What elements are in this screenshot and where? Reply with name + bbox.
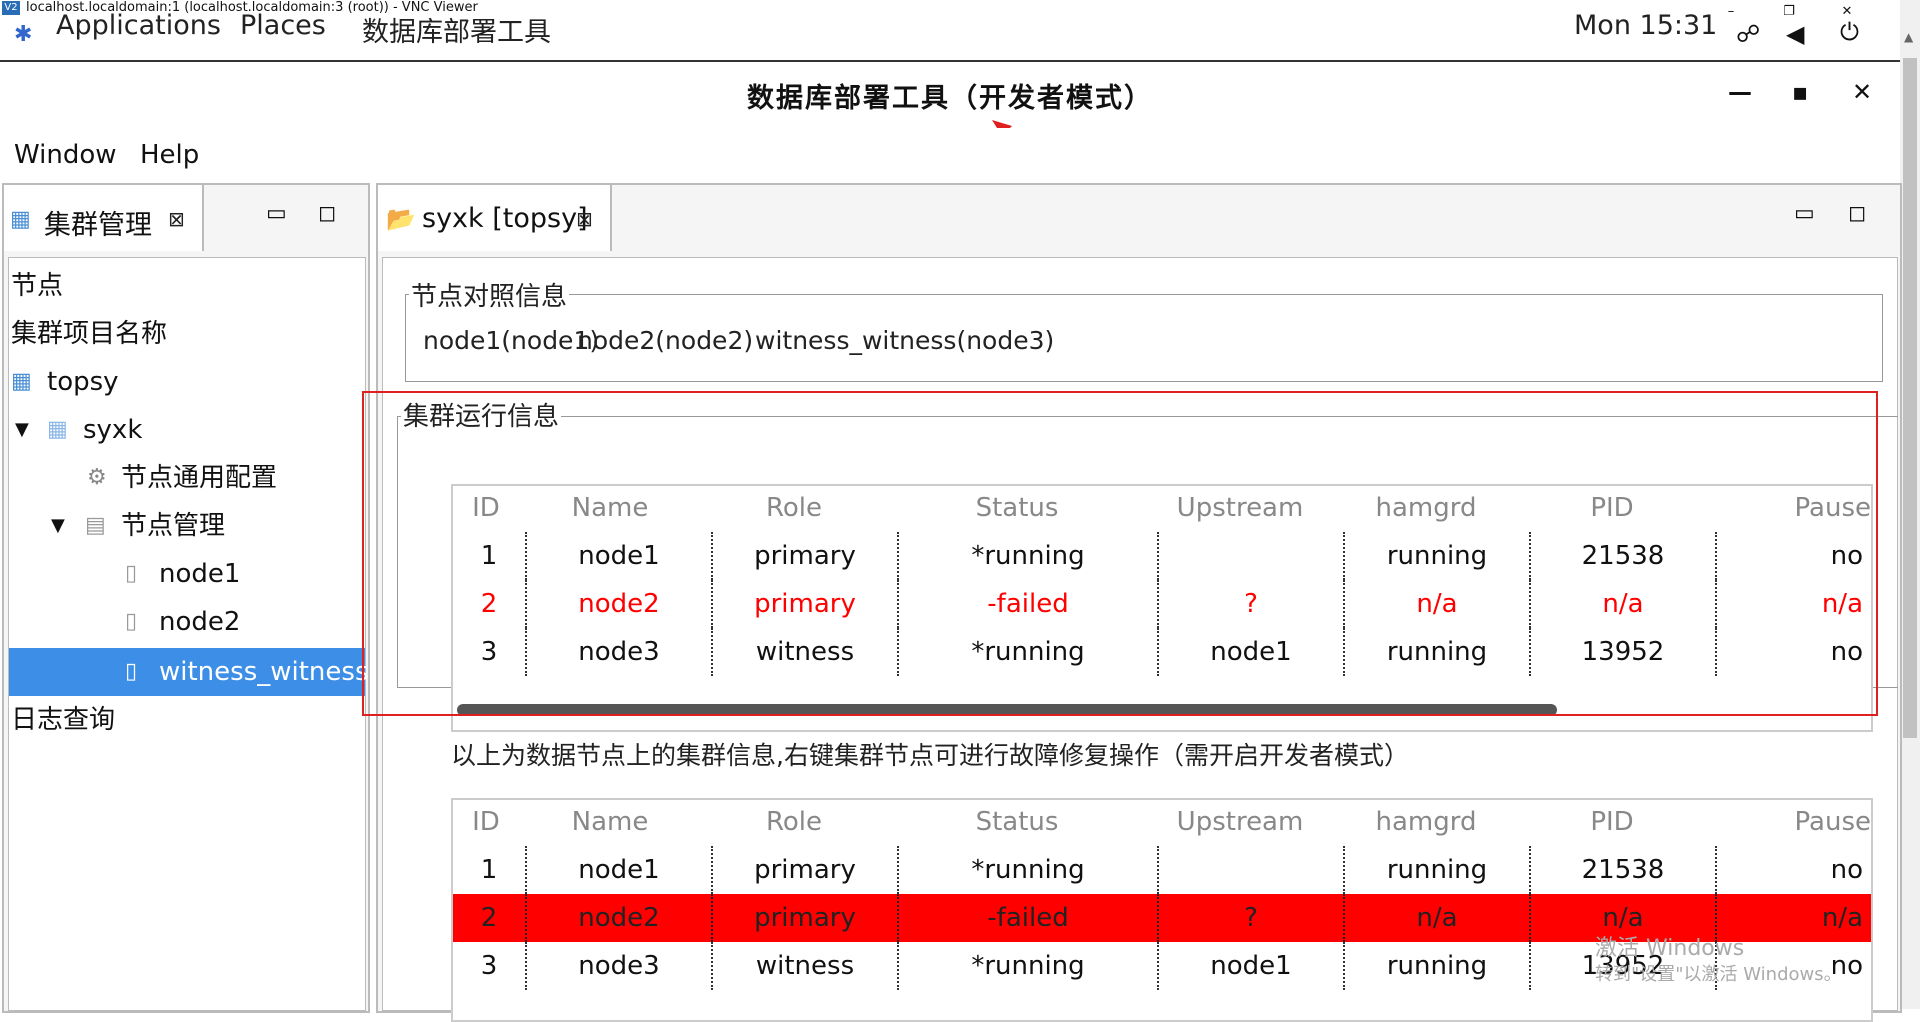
node-map-entry: witness_witness(node3) [755,326,1055,355]
editor-minimize-button[interactable]: ▭ [1794,201,1815,226]
tree-item-project-name[interactable]: 集群项目名称 [9,312,365,356]
tree-item-witness[interactable]: ▯ witness_witness [9,648,369,696]
column-header[interactable]: Status [887,800,1147,844]
node-map-title: 节点对照信息 [409,276,570,313]
places-menu[interactable]: Places [240,10,326,41]
column-header[interactable]: Upstream [1147,800,1333,844]
cluster-status-table-2: ID Name Role Status Upstream hamgrd PID … [451,798,1873,1022]
tab-syxk[interactable]: 📂 syxk [topsy] ⊠ [378,185,612,251]
expand-arrow-icon[interactable]: ▼ [51,504,65,548]
menu-help[interactable]: Help [140,140,199,170]
menu-window[interactable]: Window [14,140,117,170]
settings-icon: ⚙ [87,465,107,490]
server-icon: ▯ [125,609,138,634]
close-button[interactable]: ✕ [1852,78,1872,106]
window-title-bar: 数据库部署工具（开发者模式） — ▪ ✕ [0,62,1900,128]
column-header[interactable]: PID [1519,800,1705,844]
server-icon: ▯ [125,561,138,586]
nodes-icon: ▤ [85,513,106,538]
clock[interactable]: Mon 15:31 [1574,10,1717,41]
column-header[interactable]: Role [701,800,887,844]
volume-icon[interactable]: ◀ [1786,20,1804,48]
activation-watermark-sub: 转到"设置"以激活 Windows。 [1595,964,1842,985]
tree-item-topsy[interactable]: ▦ topsy [9,360,365,404]
cluster-icon: ▦ [11,369,32,394]
column-header[interactable]: hamgrd [1333,800,1519,844]
gnome-top-bar: ✱ Applications Places 数据库部署工具 Mon 15:31 … [0,10,1900,62]
vnc-logo-icon: V2 [2,1,20,15]
tree-item-node2[interactable]: ▯ node2 [9,600,365,644]
scroll-up-icon[interactable]: ▲ [1904,30,1913,44]
menubar: Window Help [0,128,1900,182]
tree-item-node-config[interactable]: ⚙ 节点通用配置 [9,456,365,500]
tree-item-nodes[interactable]: 节点 [9,264,365,308]
column-header[interactable]: ID [453,800,519,844]
scroll-thumb[interactable] [1903,58,1917,738]
maximize-button[interactable]: ▪ [1792,78,1808,106]
cluster-icon: ▦ [47,417,68,442]
minimize-button[interactable]: — [1728,78,1752,106]
view-minimize-button[interactable]: ▭ [266,201,287,226]
node-map-entry: node1(node1) [423,326,600,355]
cluster-management-view: ▦ 集群管理 ⊠ ▭ ◻ 节点 集群项目名称 ▦ topsy ▼ ▦ syxk … [2,183,370,1013]
tab-label: 集群管理 [44,210,152,241]
tab-cluster-management[interactable]: ▦ 集群管理 ⊠ [4,185,204,251]
tree-item-node-management[interactable]: ▼ ▤ 节点管理 [9,504,365,548]
editor-maximize-button[interactable]: ◻ [1848,201,1866,226]
tab-close-icon[interactable]: ⊠ [168,207,185,231]
window-title: 数据库部署工具（开发者模式） [747,83,1153,114]
cluster-tree: 节点 集群项目名称 ▦ topsy ▼ ▦ syxk ⚙ 节点通用配置 ▼ ▤ … [8,257,369,1011]
applications-icon: ✱ [14,22,33,47]
vnc-vertical-scrollbar[interactable]: ▲ [1900,0,1920,1009]
view-maximize-button[interactable]: ◻ [318,201,336,226]
column-header[interactable]: Pause [1705,800,1871,844]
annotation-highlight-box [362,391,1878,716]
tab-close-icon[interactable]: ⊠ [576,207,593,231]
activation-watermark: 激活 Windows [1595,936,1745,961]
tree-item-log-query[interactable]: 日志查询 [9,698,365,742]
expand-arrow-icon[interactable]: ▼ [15,408,29,452]
folder-icon: 📂 [386,205,416,233]
vnc-window-controls: – ❐ ✕ [1702,0,1876,19]
applications-menu[interactable]: Applications [56,10,221,41]
power-icon[interactable]: ⏻ [1840,18,1859,46]
help-note: 以上为数据节点上的集群信息,右键集群节点可进行故障修复操作（需开启开发者模式） [451,741,1409,770]
tab-label: syxk [topsy] [422,203,588,234]
cluster-icon: ▦ [10,207,31,232]
active-app-menu[interactable]: 数据库部署工具 [362,10,551,49]
tree-item-syxk[interactable]: ▼ ▦ syxk [9,408,365,452]
column-header[interactable]: Name [519,800,701,844]
server-icon: ▯ [125,659,138,684]
tree-item-node1[interactable]: ▯ node1 [9,552,365,596]
network-icon[interactable]: ☍ [1736,20,1760,48]
node-map-entry: node2(node2) [577,326,754,355]
